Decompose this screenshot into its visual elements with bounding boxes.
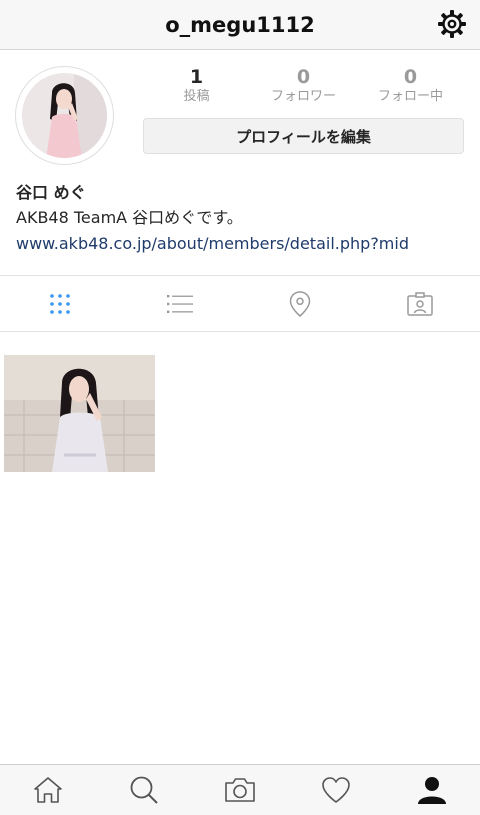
tagged-person-icon xyxy=(407,291,433,316)
nav-search[interactable] xyxy=(96,765,192,815)
home-icon xyxy=(34,777,62,803)
stat-followers-count: 0 xyxy=(296,66,311,88)
tab-grid[interactable] xyxy=(0,276,120,331)
avatar-person-image xyxy=(22,73,107,158)
grid-icon xyxy=(50,293,70,314)
stat-followers-label: フォロワー xyxy=(270,89,336,104)
nav-activity[interactable] xyxy=(288,765,384,815)
avatar-photo xyxy=(22,73,107,158)
bio-description: AKB48 TeamA 谷口めぐです。 xyxy=(16,208,243,227)
heart-icon xyxy=(322,777,350,803)
stat-posts-label: 投稿 xyxy=(183,89,210,104)
tab-list[interactable] xyxy=(120,276,240,331)
nav-camera[interactable] xyxy=(192,765,288,815)
profile-username: o_megu1112 xyxy=(165,12,315,37)
nav-profile[interactable] xyxy=(384,765,480,815)
nav-home[interactable] xyxy=(0,765,96,815)
post-thumbnail[interactable] xyxy=(4,355,155,472)
camera-icon xyxy=(225,778,255,802)
profile-icon xyxy=(418,777,446,804)
stat-following-label: フォロー中 xyxy=(377,89,443,104)
stat-following-count: 0 xyxy=(403,66,418,88)
location-pin-icon xyxy=(289,290,311,317)
profile-avatar[interactable] xyxy=(15,66,114,165)
profile-view-tabs xyxy=(0,275,480,332)
profile-stats: 1 投稿 0 フォロワー 0 フォロー中 xyxy=(143,66,464,110)
stat-posts-count: 1 xyxy=(189,66,204,88)
profile-bio: 谷口 めぐ AKB48 TeamA 谷口めぐです。 www.akb48.co.j… xyxy=(16,181,466,256)
edit-profile-button[interactable]: プロフィールを編集 xyxy=(143,118,464,154)
top-bar: o_megu1112 xyxy=(0,0,480,50)
gear-icon[interactable] xyxy=(436,8,468,40)
stat-following[interactable]: 0 フォロー中 xyxy=(357,66,464,110)
stat-followers[interactable]: 0 フォロワー xyxy=(250,66,357,110)
post-photo-image xyxy=(4,355,155,472)
bio-display-name: 谷口 めぐ xyxy=(16,183,86,202)
tab-location[interactable] xyxy=(240,276,360,331)
stat-posts[interactable]: 1 投稿 xyxy=(143,66,250,110)
search-icon xyxy=(130,776,158,804)
list-icon xyxy=(167,294,193,313)
tab-tagged[interactable] xyxy=(360,276,480,331)
bottom-tab-bar xyxy=(0,764,480,815)
bio-website-link[interactable]: www.akb48.co.jp/about/members/detail.php… xyxy=(16,232,466,256)
